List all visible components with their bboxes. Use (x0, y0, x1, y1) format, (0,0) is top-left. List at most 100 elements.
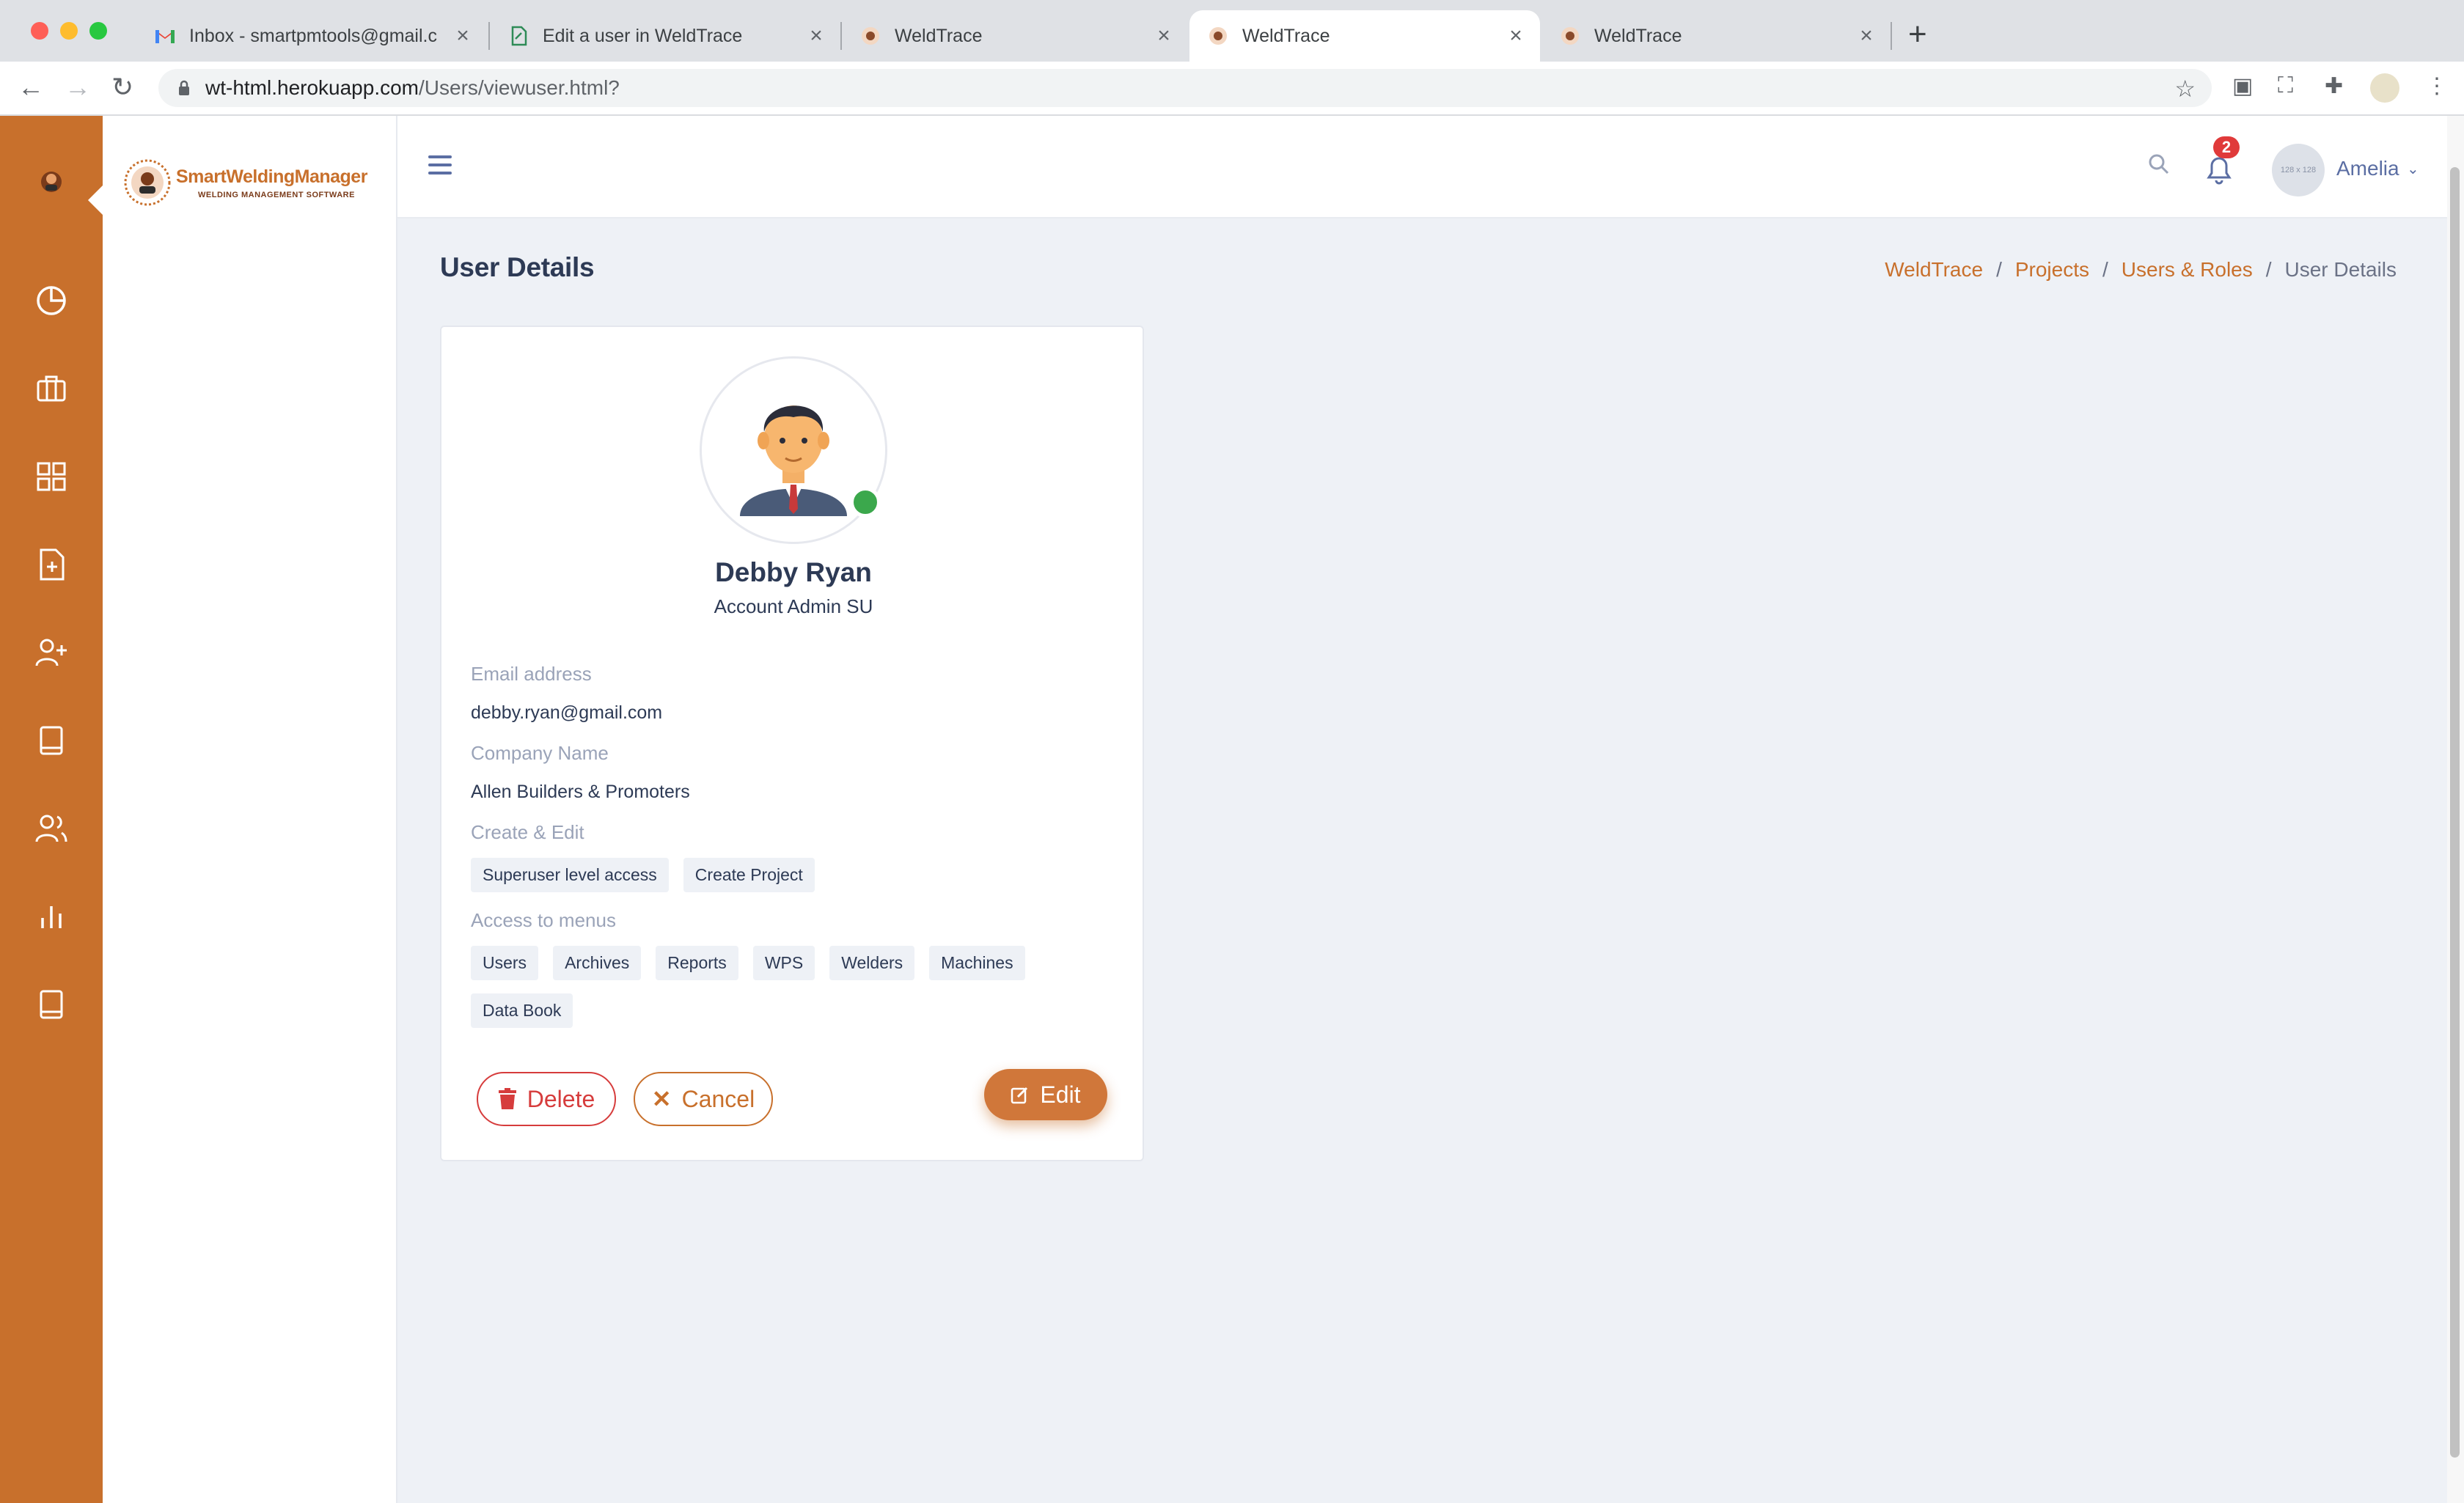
browser-tab[interactable]: WeldTrace × (1541, 10, 1891, 62)
breadcrumb-link[interactable]: WeldTrace (1885, 258, 1983, 282)
close-window-button[interactable] (31, 22, 48, 40)
cancel-label: Cancel (681, 1085, 755, 1112)
email-value: debby.ryan@gmail.com (471, 702, 663, 723)
screenshot-icon[interactable]: ⛶ (2278, 73, 2293, 98)
tab-title: Inbox - smartpmtools@gmail.c (189, 25, 437, 46)
delete-label: Delete (527, 1085, 595, 1112)
book-icon[interactable] (29, 982, 73, 1026)
gmail-icon (154, 25, 176, 47)
browser-tab[interactable]: WeldTrace × (842, 10, 1188, 62)
hamburger-menu-icon[interactable] (428, 155, 452, 180)
minimize-window-button[interactable] (60, 22, 78, 40)
edit-label: Edit (1040, 1081, 1081, 1108)
user-role: Account Admin SU (714, 595, 873, 617)
tab-title: WeldTrace (1594, 25, 1682, 46)
file-add-icon[interactable] (29, 543, 73, 587)
scrollbar[interactable] (2447, 116, 2464, 1503)
breadcrumb-link[interactable]: Projects (2015, 258, 2089, 282)
users-icon[interactable] (29, 806, 73, 850)
close-tab-icon[interactable]: × (1855, 23, 1877, 48)
weldtrace-icon (1559, 25, 1581, 47)
sidebar (0, 116, 103, 1503)
browser-tab[interactable]: Inbox - smartpmtools@gmail.c × (136, 10, 487, 62)
company-label: Company Name (471, 742, 609, 764)
extension-icon[interactable]: ▣ (2232, 73, 2253, 99)
menu-tag: Machines (929, 946, 1025, 980)
company-value: Allen Builders & Promoters (471, 782, 690, 802)
brand-tagline: WELDING MANAGEMENT SOFTWARE (198, 190, 355, 199)
menu-tag: Archives (553, 946, 642, 980)
top-header: 2 128 x 128 Amelia ⌄ (397, 116, 2447, 218)
brand-logo[interactable]: SmartWeldingManager WELDING MANAGEMENT S… (123, 158, 367, 207)
lock-icon (179, 80, 189, 95)
page-icon (507, 25, 529, 47)
browser-tab-active[interactable]: WeldTrace × (1189, 10, 1540, 62)
online-status-dot (850, 487, 881, 518)
browser-chrome: Inbox - smartpmtools@gmail.c × Edit a us… (0, 0, 2464, 116)
weldtrace-icon (859, 25, 881, 47)
close-tab-icon[interactable]: × (452, 23, 474, 48)
new-tab-icon[interactable]: + (1908, 16, 1927, 53)
profile-icon[interactable] (2370, 73, 2399, 103)
reload-icon[interactable]: ↻ (111, 72, 133, 103)
close-tab-icon[interactable]: × (1505, 23, 1527, 48)
address-bar-row: ← → ↻ wt-html.herokuapp.com/Users/viewus… (0, 62, 2464, 116)
avatar[interactable]: 128 x 128 (2272, 144, 2325, 196)
scrollbar-thumb[interactable] (2450, 167, 2460, 1458)
user-menu-name[interactable]: Amelia (2336, 157, 2399, 180)
grid-icon[interactable] (29, 455, 73, 499)
dashboard-icon[interactable] (29, 279, 73, 323)
user-details-card: Debby Ryan Account Admin SU Email addres… (440, 326, 1144, 1161)
bar-chart-icon[interactable] (29, 894, 73, 938)
bookmark-star-icon[interactable]: ☆ (2174, 75, 2196, 103)
menu-tag: Users (471, 946, 539, 980)
user-add-icon[interactable] (29, 631, 73, 675)
permission-tag: Superuser level access (471, 858, 669, 892)
cancel-button[interactable]: ✕ Cancel (634, 1072, 773, 1126)
page-title: User Details (440, 252, 595, 282)
menu-tag: Data Book (471, 993, 573, 1028)
trash-icon (498, 1088, 516, 1109)
delete-button[interactable]: Delete (477, 1072, 616, 1126)
search-icon[interactable] (2147, 152, 2171, 176)
url-host: wt-html.herokuapp.com (205, 76, 419, 99)
breadcrumb: WeldTrace / Projects / Users & Roles / U… (1885, 258, 2397, 282)
url-path: /Users/viewuser.html? (419, 76, 620, 99)
menu-tag: Welders (829, 946, 915, 980)
briefcase-icon[interactable] (29, 367, 73, 411)
tab-divider (1891, 22, 1892, 50)
close-tab-icon[interactable]: × (805, 23, 827, 48)
chevron-down-icon[interactable]: ⌄ (2407, 160, 2419, 178)
menu-tag: Reports (656, 946, 738, 980)
create-edit-tags: Superuser level access Create Project (471, 858, 1116, 895)
email-label: Email address (471, 663, 592, 685)
breadcrumb-current: User Details (2284, 258, 2397, 281)
menu-access-tags: Users Archives Reports WPS Welders Machi… (471, 946, 1116, 1031)
weldtrace-logo-icon[interactable] (29, 160, 73, 204)
url-text: wt-html.herokuapp.com/Users/viewuser.htm… (205, 76, 620, 100)
close-icon: ✕ (651, 1086, 672, 1112)
menu-kebab-icon[interactable]: ⋮ (2426, 73, 2448, 99)
welder-logo-icon (124, 159, 171, 206)
edit-button[interactable]: Edit (984, 1069, 1107, 1120)
weldtrace-icon (1207, 25, 1229, 47)
breadcrumb-separator: / (2265, 258, 2272, 281)
tab-title: Edit a user in WeldTrace (543, 25, 743, 46)
puzzle-icon[interactable]: ✚ (2325, 73, 2343, 99)
active-indicator (88, 185, 103, 215)
book-icon[interactable] (29, 719, 73, 762)
breadcrumb-separator: / (2102, 258, 2108, 281)
close-tab-icon[interactable]: × (1153, 23, 1175, 48)
address-bar[interactable]: wt-html.herokuapp.com/Users/viewuser.htm… (158, 69, 2212, 107)
notification-badge: 2 (2213, 136, 2240, 158)
browser-tab[interactable]: Edit a user in WeldTrace × (490, 10, 840, 62)
create-edit-label: Create & Edit (471, 821, 584, 843)
permission-tag: Create Project (683, 858, 815, 892)
tab-title: WeldTrace (895, 25, 983, 46)
forward-arrow-icon[interactable]: → (65, 72, 91, 103)
edit-icon (1011, 1087, 1028, 1104)
zoom-window-button[interactable] (89, 22, 107, 40)
breadcrumb-link[interactable]: Users & Roles (2122, 258, 2253, 282)
back-arrow-icon[interactable]: ← (18, 72, 44, 103)
tab-title: WeldTrace (1242, 25, 1330, 46)
